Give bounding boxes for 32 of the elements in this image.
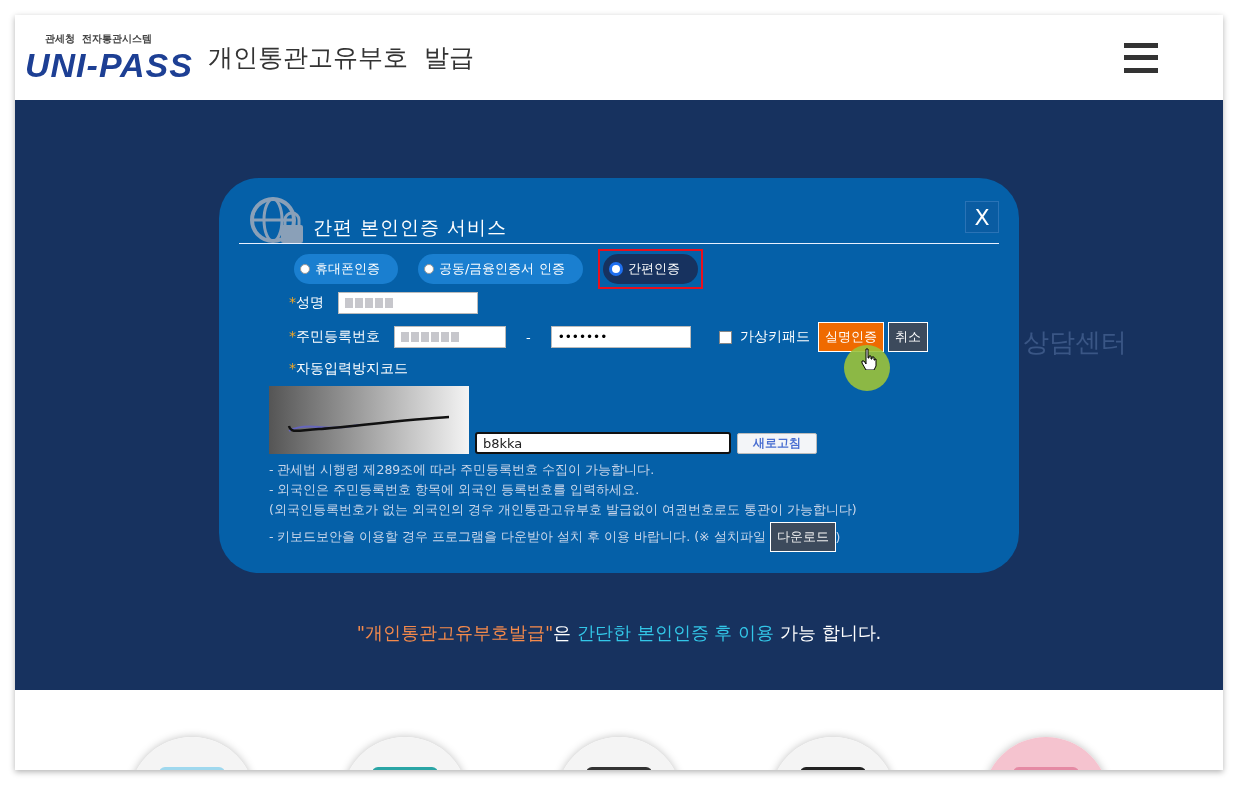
note-text: - 외국인은 주민등록번호 항목에 외국인 등록번호를 입력하세요. xyxy=(269,482,641,499)
field-label: 성명 xyxy=(296,294,324,312)
cancel-button[interactable]: 취소 xyxy=(887,322,928,352)
auth-tab[interactable]: 휴대폰인증 xyxy=(294,254,398,284)
dialog-title: 간편 본인인증 서비스 xyxy=(313,215,509,240)
hand-cursor-icon xyxy=(861,348,877,370)
name-field[interactable] xyxy=(338,292,478,314)
field-label: 자동입력방지코드 xyxy=(296,360,408,378)
password-field[interactable]: ••••••• xyxy=(550,326,691,348)
required-mark: * xyxy=(289,294,296,310)
close-button[interactable]: X xyxy=(965,201,999,233)
note-text: ) xyxy=(835,529,841,545)
note-text: - 관세법 시행령 제289조에 따라 주민등록번호 수집이 가능합니다. xyxy=(269,462,656,479)
dash-separator: - xyxy=(526,329,531,345)
download-button[interactable]: 다운로드 xyxy=(769,522,836,552)
keypad-checkbox[interactable] xyxy=(718,330,732,344)
refresh-button[interactable]: 새로고침 xyxy=(737,433,817,454)
logo-wordmark: UNI-PASS xyxy=(25,45,194,84)
captcha-field[interactable]: b8kka xyxy=(475,432,731,454)
auth-tab[interactable]: 간편인증 xyxy=(602,254,698,284)
info-message: "개인통관고유부호발급"은 간단한 본인인증 후 이용 가능 합니다. xyxy=(356,621,882,645)
note-text: - 키보드보안을 이용할 경우 프로그램을 다운받아 설치 후 이용 바랍니다. (※ 설치파일 xyxy=(269,528,766,546)
logo-caption: 관세청 전자통관시스템 xyxy=(45,31,153,46)
required-mark: * xyxy=(289,328,296,344)
checkbox-label: 가상키패드 xyxy=(739,328,810,346)
note-text: (외국인등록번호가 없는 외국인의 경우 개인통관고유부호 발급없이 여권번호로도 통관이 가능합니다) xyxy=(269,502,858,519)
menu-icon[interactable] xyxy=(1124,42,1158,73)
page-title: 개인통관고유부호 발급 xyxy=(208,42,475,74)
required-mark: * xyxy=(289,360,296,376)
id-number-field[interactable] xyxy=(394,326,506,348)
field-label: 주민등록번호 xyxy=(296,328,380,346)
auth-tab[interactable]: 공동/금융인증서 인증 xyxy=(418,254,583,284)
